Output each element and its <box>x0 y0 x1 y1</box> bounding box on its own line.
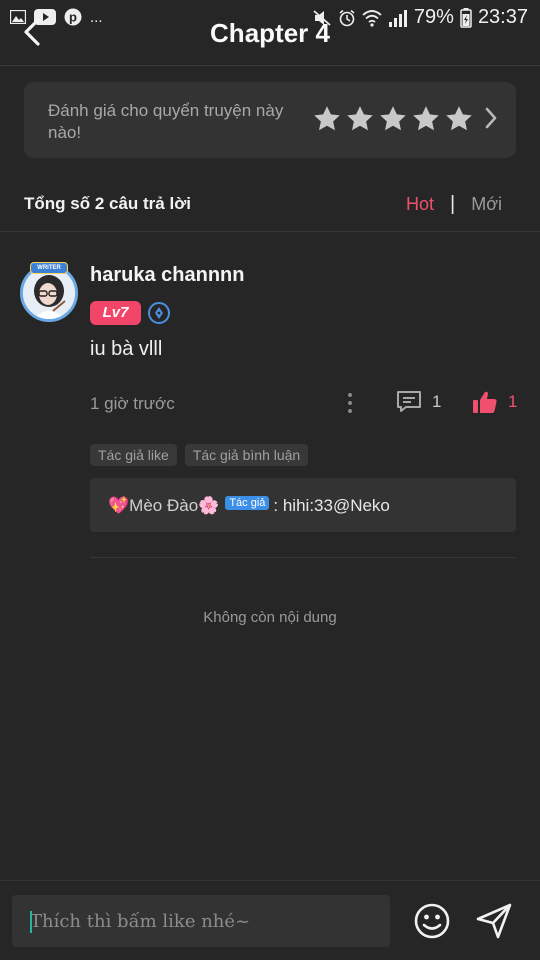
star-icon[interactable] <box>444 104 474 134</box>
comment-username[interactable]: haruka channnn <box>90 264 244 287</box>
author-label: Tác giả <box>225 496 270 510</box>
tab-new[interactable]: Mới <box>471 194 502 215</box>
star-icon[interactable] <box>411 104 441 134</box>
level-badge: Lv7 <box>90 301 141 325</box>
chevron-right-icon[interactable] <box>484 106 498 130</box>
thumbs-up-icon <box>473 391 497 413</box>
comment-input[interactable] <box>12 895 390 947</box>
star-icon[interactable] <box>312 104 342 134</box>
send-icon[interactable] <box>474 901 514 941</box>
comment-icon <box>397 391 421 412</box>
tab-hot[interactable]: Hot <box>406 194 434 215</box>
sort-divider: | <box>450 193 456 215</box>
divider <box>90 557 516 558</box>
like-button[interactable]: 1 <box>472 390 517 414</box>
pen-badge-icon <box>148 302 170 324</box>
end-of-list-text: Không còn nội dung <box>203 609 337 626</box>
more-options-button[interactable] <box>340 390 360 416</box>
rating-card[interactable]: Đánh giá cho quyển truyện này nào! <box>24 82 516 158</box>
rating-prompt: Đánh giá cho quyển truyện này nào! <box>48 101 284 142</box>
comments-summary-bar: Tổng số 2 câu trả lời Hot | Mới <box>0 178 540 232</box>
reply-button[interactable]: 1 <box>396 390 441 414</box>
author-tags: Tác giả like Tác giả bình luận <box>90 444 309 466</box>
reply-author[interactable]: 💖Mèo Đào🌸 <box>108 496 219 516</box>
comment-input-bar <box>0 880 540 960</box>
comment-time: 1 giờ trước <box>90 394 175 413</box>
avatar-image <box>23 267 75 319</box>
rating-stars[interactable] <box>312 104 474 134</box>
reply-count: 1 <box>432 392 442 411</box>
star-icon[interactable] <box>345 104 375 134</box>
reply-text: : hihi:33@Neko <box>273 496 390 515</box>
more-vertical-icon <box>348 393 352 397</box>
app-header: Chapter 4 <box>0 0 540 66</box>
comment-count: Tổng số 2 câu trả lời <box>24 194 192 213</box>
page-title: Chapter 4 <box>210 18 330 48</box>
writer-badge: WRITER <box>30 262 68 274</box>
sort-tabs: Hot | Mới <box>406 193 502 216</box>
smiley-icon[interactable] <box>412 901 452 941</box>
reply-preview[interactable]: 💖Mèo Đào🌸 Tác giả : hihi:33@Neko <box>90 478 516 532</box>
like-count: 1 <box>508 392 518 411</box>
tag-author-liked: Tác giả like <box>90 444 177 466</box>
text-cursor <box>30 911 32 933</box>
reply-line: 💖Mèo Đào🌸 Tác giả : hihi:33@Neko <box>108 496 390 516</box>
comment-text: iu bà vlll <box>90 338 163 360</box>
tag-author-replied: Tác giả bình luận <box>184 444 309 466</box>
star-icon[interactable] <box>378 104 408 134</box>
